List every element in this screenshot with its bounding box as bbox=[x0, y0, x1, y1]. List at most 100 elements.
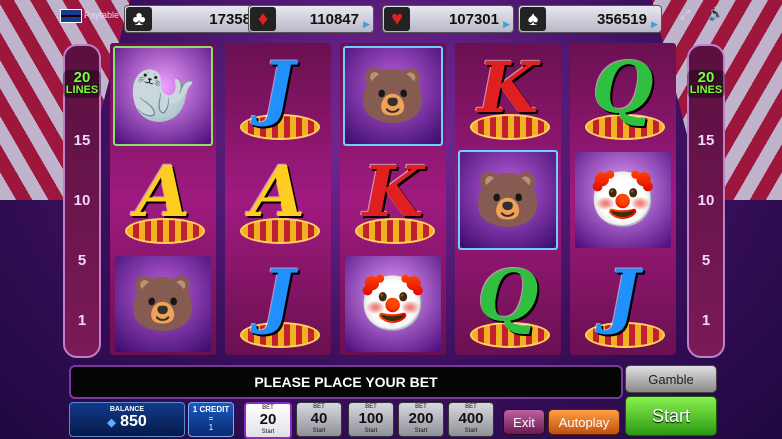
credit-denomination[interactable]: 1 CREDIT = 1 bbox=[188, 402, 234, 437]
gamble-button[interactable]: Gamble bbox=[625, 365, 717, 393]
jackpot-clubs: ♣ 17358 ▶ bbox=[124, 5, 266, 33]
line-marker: 1 bbox=[701, 312, 711, 329]
spades-icon: ♠ bbox=[520, 7, 546, 31]
start-button[interactable]: Start bbox=[625, 396, 717, 436]
clubs-icon: ♣ bbox=[126, 7, 152, 31]
balance-amount: 850 bbox=[120, 413, 147, 430]
reel-4: K 🐻 Q bbox=[455, 43, 561, 355]
reel-symbol: 🐻 bbox=[113, 254, 213, 354]
bet-bottom-label: Start bbox=[414, 428, 428, 434]
letter-j-symbol: J bbox=[261, 46, 295, 129]
letter-k-symbol: K bbox=[362, 150, 424, 233]
lines-indicator-right: 20 LINES bbox=[687, 70, 725, 98]
reel-symbol: Q bbox=[573, 46, 673, 146]
reel-3: 🐻 K 🤡 bbox=[340, 43, 446, 355]
line-marker: 15 bbox=[73, 132, 91, 149]
bet-button-200[interactable]: BET 200 Start bbox=[398, 402, 444, 437]
jackpot-spades-value: 356519 bbox=[596, 10, 647, 28]
jackpot-diamonds-value: 110847 bbox=[309, 10, 359, 28]
letter-q-symbol: Q bbox=[477, 254, 539, 337]
diamond-icon: ◆ bbox=[107, 417, 116, 429]
jackpot-hearts-value: 107301 bbox=[448, 10, 499, 28]
bet-bottom-label: Start bbox=[464, 428, 478, 434]
top-bar: Paytable ♣ 17358 ▶ ♦ 110847 ▶ ♥ 107301 ▶… bbox=[0, 0, 782, 36]
jackpot-spades: ♠ 356519 ▶ bbox=[518, 5, 662, 33]
bet-bottom-label: Start bbox=[261, 429, 275, 435]
reel-symbol: Q bbox=[458, 254, 558, 354]
letter-a-symbol: A bbox=[135, 150, 191, 233]
bear-icon: 🐻 bbox=[345, 48, 441, 144]
jackpot-arrow-icon: ▶ bbox=[503, 19, 510, 29]
letter-a-symbol: A bbox=[250, 150, 306, 233]
message-bar: PLEASE PLACE YOUR BET bbox=[69, 365, 623, 399]
diamonds-icon: ♦ bbox=[250, 7, 276, 31]
bear-icon: 🐻 bbox=[460, 152, 556, 248]
lines-indicator-left: 20 LINES bbox=[63, 70, 101, 98]
line-marker: 1 bbox=[77, 312, 87, 329]
bet-button-20[interactable]: BET 20 Start bbox=[244, 402, 292, 439]
reel-symbol: K bbox=[458, 46, 558, 146]
lines-count: 20 bbox=[697, 69, 715, 86]
balance-value: ◆ 850 bbox=[70, 413, 184, 431]
fullscreen-icon[interactable]: ⤢ bbox=[680, 7, 690, 23]
lines-panel-left: 20 LINES 15 10 5 1 bbox=[63, 44, 101, 358]
bet-value: 400 bbox=[458, 410, 484, 427]
bear-icon: 🐻 bbox=[115, 256, 211, 352]
credit-label: 1 CREDIT bbox=[192, 405, 230, 414]
bet-button-100[interactable]: BET 100 Start bbox=[348, 402, 394, 437]
jackpot-diamonds: ♦ 110847 ▶ bbox=[248, 5, 374, 33]
lines-label: LINES bbox=[65, 84, 99, 96]
reel-symbol: 🤡 bbox=[343, 254, 443, 354]
language-flag-icon[interactable] bbox=[60, 9, 82, 23]
bet-value: 200 bbox=[408, 410, 434, 427]
reel-symbol: J bbox=[228, 46, 328, 146]
reel-5: Q 🤡 J bbox=[570, 43, 676, 355]
exit-button[interactable]: Exit bbox=[503, 409, 545, 435]
lines-label: LINES bbox=[689, 84, 723, 96]
letter-k-symbol: K bbox=[477, 46, 539, 129]
credit-value: 1 bbox=[208, 423, 214, 432]
bet-button-40[interactable]: BET 40 Start bbox=[296, 402, 342, 437]
bet-bottom-label: Start bbox=[364, 428, 378, 434]
clown-icon: 🤡 bbox=[345, 256, 441, 352]
letter-j-symbol: J bbox=[261, 254, 295, 337]
jackpot-hearts: ♥ 107301 ▶ bbox=[382, 5, 514, 33]
letter-q-symbol: Q bbox=[592, 46, 654, 129]
jackpot-arrow-icon: ▶ bbox=[363, 19, 370, 29]
line-marker: 10 bbox=[697, 192, 715, 209]
reel-symbol: 🐻 bbox=[458, 150, 558, 250]
reel-symbol: A bbox=[228, 150, 328, 250]
reel-symbol: J bbox=[228, 254, 328, 354]
hearts-icon: ♥ bbox=[384, 7, 410, 31]
line-marker: 15 bbox=[697, 132, 715, 149]
letter-j-symbol: J bbox=[606, 254, 640, 337]
reel-symbol: 🐻 bbox=[343, 46, 443, 146]
line-marker: 10 bbox=[73, 192, 91, 209]
reel-2: JAJ bbox=[225, 43, 331, 355]
reel-symbol: 🤡 bbox=[573, 150, 673, 250]
message-text: PLEASE PLACE YOUR BET bbox=[254, 374, 438, 390]
autoplay-button[interactable]: Autoplay bbox=[548, 409, 620, 435]
bet-button-400[interactable]: BET 400 Start bbox=[448, 402, 494, 437]
bet-value: 20 bbox=[259, 411, 277, 428]
lines-count: 20 bbox=[73, 69, 91, 86]
reel-symbol: A bbox=[113, 150, 213, 250]
lines-panel-right: 20 LINES 15 10 5 1 bbox=[687, 44, 725, 358]
reel-symbol: 🦭 bbox=[113, 46, 213, 146]
balance-display: BALANCE ◆ 850 bbox=[69, 402, 185, 437]
reel-1: 🦭 A 🐻 bbox=[110, 43, 216, 355]
volume-icon[interactable]: 🔊 bbox=[708, 6, 724, 22]
reel-symbol: K bbox=[343, 150, 443, 250]
balance-label: BALANCE bbox=[109, 406, 145, 413]
credit-eq: = bbox=[208, 414, 214, 423]
bet-value: 40 bbox=[310, 410, 328, 427]
paytable-link[interactable]: Paytable bbox=[84, 10, 119, 20]
bet-value: 100 bbox=[358, 410, 384, 427]
bet-bottom-label: Start bbox=[312, 428, 326, 434]
reel-area: 🦭 A 🐻 J A J 🐻 K 🤡 K 🐻 Q Q 🤡 J bbox=[110, 43, 680, 355]
line-marker: 5 bbox=[77, 252, 87, 269]
reel-symbol: J bbox=[573, 254, 673, 354]
seal-icon: 🦭 bbox=[115, 48, 211, 144]
clown-icon: 🤡 bbox=[575, 152, 671, 248]
line-marker: 5 bbox=[701, 252, 711, 269]
